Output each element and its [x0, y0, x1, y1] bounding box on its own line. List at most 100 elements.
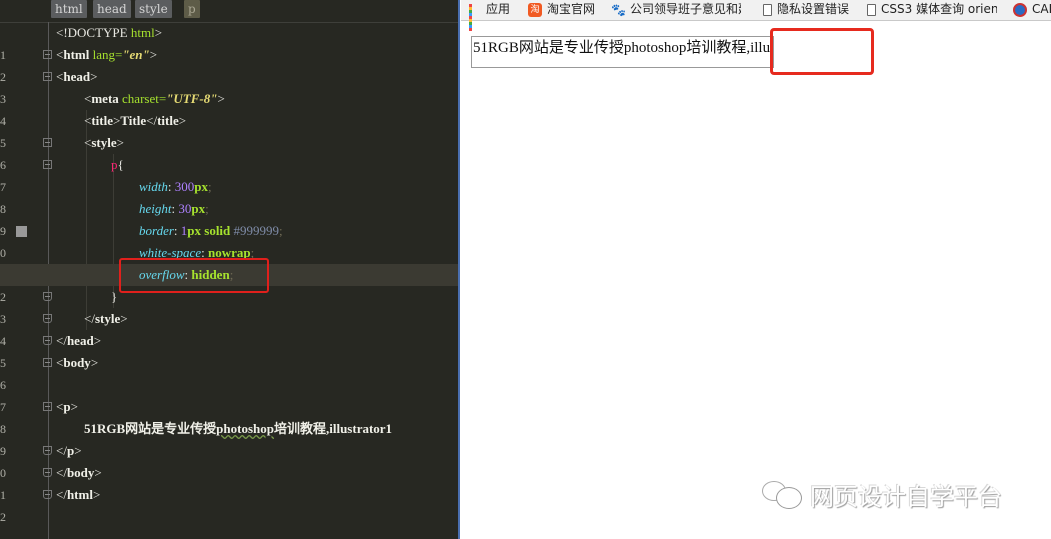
browser-preview: 应用 淘淘宝官网 🐾 公司领导班子意见和建 隐私设置错误 CSS3 媒体查询 or…	[461, 0, 1051, 539]
code-line[interactable]: 2 <html lang="en">	[0, 44, 460, 84]
fold-end-icon[interactable]	[43, 468, 52, 477]
title-text: Title	[120, 113, 147, 128]
css-unit: px	[194, 179, 209, 194]
color-swatch-icon[interactable]	[16, 226, 27, 237]
css-number: 30	[178, 201, 192, 216]
p-tag: p	[63, 399, 71, 414]
code-line[interactable]: 4 </style>	[0, 308, 460, 348]
bookmark-privacy[interactable]: 隐私设置错误	[763, 0, 849, 20]
code-line[interactable]: 7	[0, 374, 460, 414]
demo-paragraph: 51RGB网站是专业传授photoshop培训教程,illustrator培训教…	[471, 36, 774, 68]
brace-open: {	[117, 157, 124, 172]
fold-toggle-icon[interactable]	[43, 358, 52, 367]
title-tag: title	[91, 113, 113, 128]
doctype-open: <!DOCTYPE	[56, 25, 131, 40]
code-line[interactable]: 1 <!DOCTYPE html>	[0, 22, 460, 62]
css-property: border	[139, 223, 174, 238]
bookmark-apps[interactable]: 应用	[469, 0, 511, 31]
css-color-value: #999999	[233, 223, 280, 238]
fold-end-icon[interactable]	[43, 336, 52, 345]
style-close-tag: style	[94, 311, 121, 326]
code-editor[interactable]: html head style p 1 <!DOCTYPE html> 2 <h…	[0, 0, 460, 539]
code-line[interactable]: 3 <head>	[0, 66, 460, 106]
code-line[interactable]: 0 border: 1px solid #999999;	[0, 220, 460, 260]
line-number: 2	[0, 510, 6, 524]
code-line[interactable]: 1 </body>	[0, 462, 460, 502]
code-line[interactable]: 4 <meta charset="UTF-8">	[0, 88, 460, 128]
title-close-tag: title	[157, 113, 179, 128]
style-tag: style	[91, 135, 117, 150]
fold-toggle-icon[interactable]	[43, 72, 52, 81]
apps-grid-icon	[469, 3, 481, 31]
body-close-tag: body	[66, 465, 95, 480]
overflow-annotation-box	[770, 28, 874, 75]
html-tag: html	[63, 47, 90, 62]
breadcrumb-p[interactable]: p	[184, 0, 200, 18]
bookmark-css3[interactable]: CSS3 媒体查询 orien	[867, 0, 997, 20]
fold-toggle-icon[interactable]	[43, 50, 52, 59]
taobao-icon: 淘	[528, 2, 542, 17]
wechat-icon	[762, 479, 804, 509]
page-icon	[867, 3, 876, 16]
code-line[interactable]: 8 <p>	[0, 396, 460, 436]
charset-attr: charset=	[122, 91, 167, 106]
css-property: height	[139, 201, 172, 216]
code-line[interactable]: 9 51RGB网站是专业传授photoshop培训教程,illustrator1	[0, 418, 460, 458]
code-line[interactable]: 2 </html>	[0, 484, 460, 524]
bookmarks-bar: 应用 淘淘宝官网 🐾 公司领导班子意见和建 隐私设置错误 CSS3 媒体查询 or…	[461, 0, 1051, 31]
bookmark-cad[interactable]: CAD	[1013, 0, 1051, 20]
html-close-tag: html	[66, 487, 93, 502]
bookmark-taobao[interactable]: 淘淘宝官网	[528, 0, 595, 20]
bookmark-label: 公司领导班子意见和建	[630, 2, 741, 16]
bookmark-label: 淘宝官网	[547, 2, 596, 16]
code-line[interactable]: 5 <title>Title</title>	[0, 110, 460, 150]
watermark: 网页设计自学平台	[762, 477, 1002, 511]
body-tag: body	[63, 355, 91, 370]
fold-end-icon[interactable]	[43, 446, 52, 455]
head-close-tag: head	[66, 333, 94, 348]
bookmark-company[interactable]: 🐾 公司领导班子意见和建	[611, 0, 741, 20]
fold-end-icon[interactable]	[43, 292, 52, 301]
fold-toggle-icon[interactable]	[43, 402, 52, 411]
code-line[interactable]: 3 }	[0, 286, 460, 326]
code-line[interactable]: 5 </head>	[0, 330, 460, 370]
doctype-html: html	[130, 25, 155, 40]
breadcrumb: html head style p	[0, 0, 460, 23]
baidu-paw-icon: 🐾	[611, 2, 626, 17]
watermark-text: 网页设计自学平台	[810, 482, 1002, 511]
code-line[interactable]: 6 <body>	[0, 352, 460, 392]
code-line[interactable]: 0 </p>	[0, 440, 460, 480]
charset-value: "UTF-8"	[166, 91, 218, 106]
bookmark-label: CSS3 媒体查询 orien	[881, 2, 997, 16]
css-number: 300	[174, 179, 195, 194]
code-line[interactable]: 8 width: 300px;	[0, 176, 460, 216]
code-line[interactable]: 9 height: 30px;	[0, 198, 460, 238]
doctype-close: >	[154, 25, 163, 40]
p-text: 51RGB网站是专业传授	[84, 421, 217, 436]
lang-value: "en"	[122, 47, 150, 62]
p-text-spellcheck: photoshop	[216, 421, 274, 436]
fold-toggle-icon[interactable]	[43, 138, 52, 147]
head-tag: head	[63, 69, 91, 84]
breadcrumb-head[interactable]: head	[93, 0, 131, 18]
cad-icon	[1013, 2, 1027, 17]
fold-end-icon[interactable]	[43, 314, 52, 323]
breadcrumb-style[interactable]: style	[135, 0, 172, 18]
pane-divider[interactable]	[458, 0, 460, 539]
meta-tag: meta	[91, 91, 119, 106]
css-unit: px	[191, 201, 206, 216]
bookmark-label: 隐私设置错误	[777, 2, 850, 16]
breadcrumb-html[interactable]: html	[51, 0, 87, 18]
bookmark-label: 应用	[486, 2, 511, 16]
css-property: width	[139, 179, 168, 194]
css-unit: px	[187, 223, 202, 238]
lang-attr: lang=	[92, 47, 123, 62]
fold-toggle-icon[interactable]	[43, 160, 52, 169]
fold-end-icon[interactable]	[43, 490, 52, 499]
code-line[interactable]: 7 p{	[0, 154, 460, 194]
page-icon	[763, 3, 772, 16]
bookmark-label: CAD	[1032, 2, 1051, 16]
code-line[interactable]: 6 <style>	[0, 132, 460, 172]
css-keyword: solid	[204, 223, 231, 238]
p-text: 培训教程,illustrator1	[273, 421, 393, 436]
